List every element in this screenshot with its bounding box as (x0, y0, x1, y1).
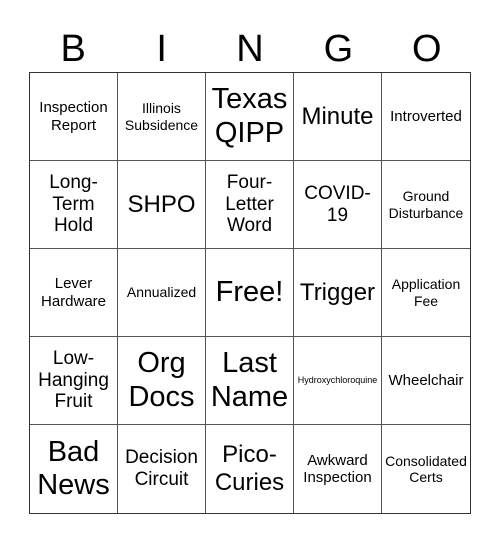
bingo-cell[interactable]: Introverted (382, 73, 470, 161)
bingo-cell[interactable]: Lever Hardware (30, 249, 118, 337)
header-letter-i: I (156, 28, 167, 70)
bingo-cell[interactable]: Illinois Subsidence (118, 73, 206, 161)
bingo-cell-text: Bad News (37, 435, 110, 501)
bingo-cell-text: Application Fee (391, 276, 461, 309)
bingo-cell[interactable]: Four- Letter Word (206, 161, 294, 249)
bingo-cell-text: Annualized (126, 284, 197, 301)
bingo-cell[interactable]: Ground Disturbance (382, 161, 470, 249)
bingo-cell[interactable]: Last Name (206, 337, 294, 425)
header-letter-n: N (236, 28, 264, 70)
bingo-cell[interactable]: SHPO (118, 161, 206, 249)
bingo-cell-text: Last Name (210, 347, 289, 413)
bingo-cell[interactable]: Texas QIPP (206, 73, 294, 161)
bingo-cell[interactable]: Consolidated Certs (382, 425, 470, 513)
bingo-cell[interactable]: Inspection Report (30, 73, 118, 161)
bingo-cell-text: Four- Letter Word (225, 171, 274, 237)
bingo-cell[interactable]: Minute (294, 73, 382, 161)
bingo-card-grid: Inspection Report Illinois Subsidence Texa… (29, 72, 471, 514)
header-letter-b: B (60, 28, 86, 70)
bingo-cell-text: Minute (301, 102, 374, 130)
bingo-cell-text: Trigger (299, 278, 376, 306)
bingo-cell-text: Long- Term Hold (49, 171, 98, 237)
bingo-cell-text: Low- Hanging Fruit (38, 347, 109, 413)
bingo-cell[interactable]: Org Docs (118, 337, 206, 425)
bingo-cell-text: Consolidated Certs (385, 452, 467, 485)
bingo-cell[interactable]: Trigger (294, 249, 382, 337)
bingo-cell[interactable]: COVID- 19 (294, 161, 382, 249)
bingo-cell-text: Ground Disturbance (388, 188, 464, 221)
bingo-cell[interactable]: Wheelchair (382, 337, 470, 425)
bingo-cell-text: Awkward Inspection (303, 451, 372, 486)
bingo-cell-text: Decision Circuit (125, 447, 198, 490)
header-letter-o: O (412, 28, 442, 70)
bingo-cell-text: Texas QIPP (211, 83, 288, 149)
bingo-cell-text: Inspection Report (39, 99, 108, 134)
bingo-cell[interactable]: Awkward Inspection (294, 425, 382, 513)
bingo-cell-text: Hydroxychloroquine (297, 375, 378, 386)
bingo-cell-text: COVID- 19 (304, 182, 371, 226)
bingo-cell[interactable]: Decision Circuit (118, 425, 206, 513)
bingo-cell[interactable]: Long- Term Hold (30, 161, 118, 249)
bingo-cell-text: Pico- Curies (214, 441, 285, 496)
bingo-cell-text: Free! (215, 275, 284, 308)
bingo-cell-text: Org Docs (128, 347, 195, 413)
header-letter-g: G (323, 28, 354, 70)
bingo-cell-text: Lever Hardware (40, 275, 107, 310)
bingo-cell-text: Wheelchair (388, 371, 464, 389)
bingo-cell[interactable]: Hydroxychloroquine (294, 337, 382, 425)
bingo-cell-text: Introverted (390, 107, 462, 125)
bingo-cell-text: SHPO (127, 190, 196, 218)
bingo-header: B I N G O (29, 26, 471, 72)
bingo-cell[interactable]: Application Fee (382, 249, 470, 337)
bingo-cell[interactable]: Free! (206, 249, 294, 337)
bingo-cell[interactable]: Pico- Curies (206, 425, 294, 513)
bingo-cell[interactable]: Low- Hanging Fruit (30, 337, 118, 425)
bingo-cell[interactable]: Annualized (118, 249, 206, 337)
bingo-cell[interactable]: Bad News (30, 425, 118, 513)
bingo-cell-text: Illinois Subsidence (124, 100, 199, 133)
